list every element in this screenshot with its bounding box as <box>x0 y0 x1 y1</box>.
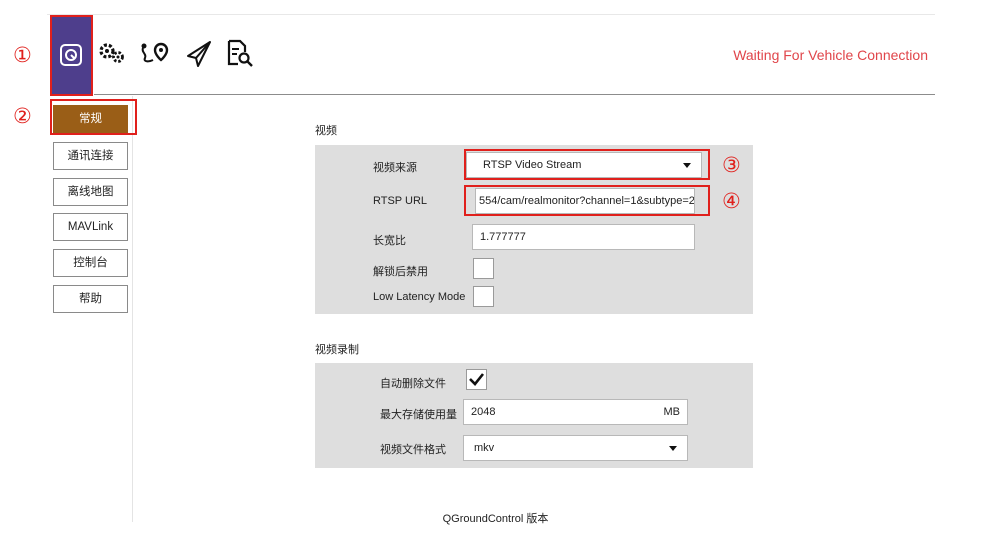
sidebar-item-help[interactable]: 帮助 <box>53 285 128 313</box>
max-storage-value: 2048 <box>471 406 496 418</box>
disable-when-armed-checkbox[interactable] <box>473 258 494 279</box>
sidebar-item-mavlink[interactable]: MAVLink <box>53 213 128 241</box>
annotation-box-1 <box>50 15 93 96</box>
analyze-icon[interactable] <box>224 38 253 68</box>
recording-section-title: 视频录制 <box>315 344 359 356</box>
sidebar-item-comm-links[interactable]: 通讯连接 <box>53 142 128 170</box>
sidebar-item-offline-maps[interactable]: 离线地图 <box>53 178 128 206</box>
max-storage-label: 最大存储使用量 <box>380 409 457 421</box>
annotation-box-2 <box>50 99 137 135</box>
connection-status: Waiting For Vehicle Connection <box>733 47 928 63</box>
video-section-title: 视频 <box>315 125 337 137</box>
recording-settings-panel: 自动删除文件 最大存储使用量 2048 MB 视频文件格式 mkv <box>315 363 753 468</box>
auto-delete-checkbox[interactable] <box>466 369 487 390</box>
top-border <box>47 14 935 15</box>
chevron-down-icon <box>669 446 677 451</box>
checkmark-icon <box>469 373 485 386</box>
low-latency-checkbox[interactable] <box>473 286 494 307</box>
disable-when-armed-label: 解锁后禁用 <box>373 266 428 278</box>
annotation-box-3 <box>464 149 710 180</box>
aspect-ratio-label: 长宽比 <box>373 235 406 247</box>
video-source-label: 视频来源 <box>373 162 417 174</box>
file-format-select[interactable]: mkv <box>463 435 688 461</box>
file-format-label: 视频文件格式 <box>380 444 446 456</box>
annotation-marker-4: ④ <box>722 189 741 213</box>
max-storage-input[interactable]: 2048 MB <box>463 399 688 425</box>
gears-icon[interactable] <box>98 38 126 68</box>
auto-delete-label: 自动删除文件 <box>380 378 446 390</box>
file-format-value: mkv <box>474 442 495 454</box>
aspect-ratio-input[interactable]: 1.777777 <box>472 224 695 250</box>
annotation-marker-3: ③ <box>722 153 741 177</box>
toolbar-divider <box>94 94 935 95</box>
plan-route-icon[interactable] <box>139 38 169 68</box>
sidebar-item-console[interactable]: 控制台 <box>53 249 128 277</box>
version-label: QGroundControl 版本 <box>442 513 549 525</box>
sidebar-divider <box>132 96 133 522</box>
annotation-marker-2: ② <box>13 104 32 128</box>
paper-plane-icon[interactable] <box>184 38 212 68</box>
annotation-marker-1: ① <box>13 43 32 67</box>
rtsp-url-label: RTSP URL <box>373 195 428 207</box>
low-latency-label: Low Latency Mode <box>373 291 466 303</box>
max-storage-unit: MB <box>663 406 681 418</box>
annotation-box-4 <box>464 185 710 216</box>
